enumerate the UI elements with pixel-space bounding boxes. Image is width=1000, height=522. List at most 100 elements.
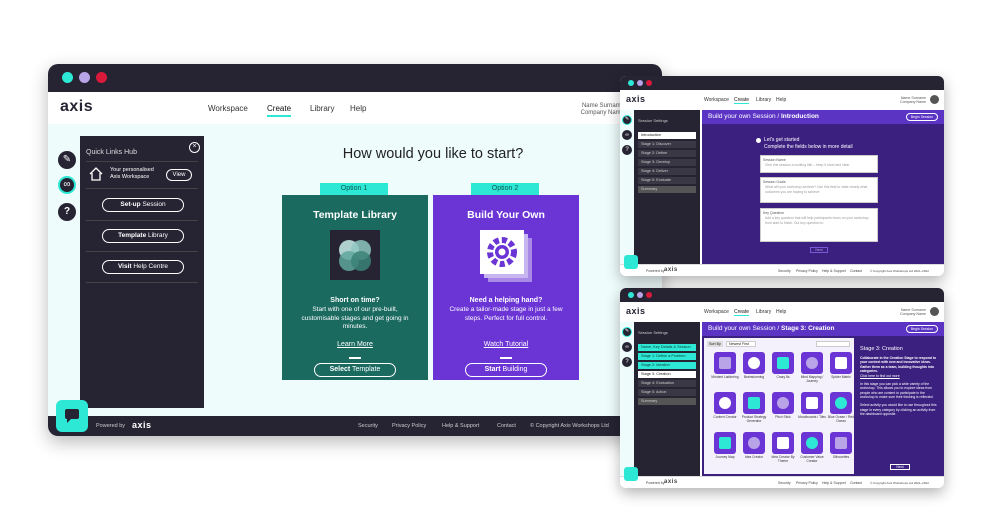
activity-tile[interactable] xyxy=(714,392,736,414)
template-library-button[interactable]: Template Library xyxy=(102,229,184,243)
chat-button[interactable] xyxy=(624,255,638,269)
setup-session-button[interactable]: Set-up Session xyxy=(102,198,184,212)
session-goals-field[interactable]: Session Goals What will your workshop ac… xyxy=(760,177,878,203)
session-name-field[interactable]: Session Name Give this session a working… xyxy=(760,155,878,173)
user-info[interactable]: Name Surname Company Name xyxy=(548,103,624,117)
nav-library[interactable]: Library xyxy=(756,97,771,103)
window-dot-teal[interactable] xyxy=(628,80,634,86)
nav-workspace[interactable]: Workspace xyxy=(704,97,729,103)
help-icon[interactable]: ? xyxy=(622,357,632,367)
activity-tile[interactable] xyxy=(830,432,852,454)
pencil-icon[interactable]: ✎ xyxy=(622,327,632,337)
nav-library[interactable]: Library xyxy=(756,309,771,315)
learn-more-link[interactable]: Learn More xyxy=(282,341,428,348)
help-icon[interactable]: ? xyxy=(58,203,76,221)
footer-link-security[interactable]: Security xyxy=(358,423,378,429)
search-input[interactable] xyxy=(816,341,850,347)
sidebar-item-name[interactable]: Name, Key Details & Session xyxy=(638,344,696,351)
nav-help[interactable]: Help xyxy=(776,97,786,103)
axis-logo[interactable]: axis xyxy=(60,98,93,116)
activity-tile[interactable] xyxy=(801,392,823,414)
sidebar-item-stage-1[interactable]: Stage 1: Discover xyxy=(638,141,696,148)
next-button[interactable]: Next xyxy=(810,247,828,253)
nav-help[interactable]: Help xyxy=(350,104,366,113)
sidebar-item-stage-2[interactable]: Stage 2: Ideation xyxy=(638,362,696,369)
sidebar-item-stage-4[interactable]: Stage 4: Evaluation xyxy=(638,380,696,387)
select-template-button[interactable]: Select Template xyxy=(314,363,396,377)
footer-link-privacy[interactable]: Privacy Policy xyxy=(392,423,426,429)
nav-library[interactable]: Library xyxy=(310,104,334,113)
sidebar-item-summary[interactable]: Summary xyxy=(638,186,696,193)
activity-tile[interactable] xyxy=(830,352,852,374)
activity-tile[interactable] xyxy=(801,432,823,454)
user-info[interactable]: Name Surname Company Name xyxy=(900,96,926,104)
footer-link-security[interactable]: Security xyxy=(778,269,791,273)
start-building-button[interactable]: Start Building xyxy=(465,363,547,377)
window-dot-red[interactable] xyxy=(96,72,107,83)
begin-session-button[interactable]: Begin Session xyxy=(906,325,938,333)
window-dot-lilac[interactable] xyxy=(637,292,643,298)
activity-tile[interactable] xyxy=(743,392,765,414)
activity-tile[interactable] xyxy=(801,352,823,374)
footer-axis-logo[interactable]: axis xyxy=(664,267,678,273)
footer-link-help[interactable]: Help & Support xyxy=(442,423,479,429)
footer-link-help[interactable]: Help & Support xyxy=(822,269,846,273)
pencil-icon[interactable]: ✎ xyxy=(58,151,76,169)
sidebar-item-summary[interactable]: Summary xyxy=(638,398,696,405)
sidebar-item-stage-4[interactable]: Stage 4: Deliver xyxy=(638,168,696,175)
sidebar-item-stage-5[interactable]: Stage 5: Evaluate xyxy=(638,177,696,184)
template-library-card[interactable]: Template Library Short on time? Start wi… xyxy=(282,195,428,380)
activity-tile[interactable] xyxy=(830,392,852,414)
nav-help[interactable]: Help xyxy=(776,309,786,315)
sidebar-item-stage-3[interactable]: Stage 3: Develop xyxy=(638,159,696,166)
sort-select[interactable]: Newest First xyxy=(726,341,756,347)
panel-link[interactable]: Click here to find out more xyxy=(860,374,940,378)
activity-tile[interactable] xyxy=(772,352,794,374)
view-button[interactable]: View xyxy=(166,169,192,181)
activity-tile[interactable] xyxy=(714,352,736,374)
footer-link-help[interactable]: Help & Support xyxy=(822,481,846,485)
window-dot-teal[interactable] xyxy=(62,72,73,83)
activity-tile[interactable] xyxy=(714,432,736,454)
sidebar-item-stage-2[interactable]: Stage 2: Define xyxy=(638,150,696,157)
window-dot-lilac[interactable] xyxy=(637,80,643,86)
chat-button[interactable] xyxy=(624,467,638,481)
window-dot-lilac[interactable] xyxy=(79,72,90,83)
help-icon[interactable]: ? xyxy=(622,145,632,155)
window-dot-red[interactable] xyxy=(646,80,652,86)
footer-axis-logo[interactable]: axis xyxy=(132,420,152,430)
visit-help-centre-button[interactable]: Visit Help Centre xyxy=(102,260,184,274)
user-info[interactable]: Name Surname Company Name xyxy=(900,308,926,316)
footer-link-privacy[interactable]: Privacy Policy xyxy=(796,269,818,273)
avatar[interactable] xyxy=(930,95,939,104)
sidebar-item-introduction[interactable]: Introduction xyxy=(638,132,696,139)
watch-tutorial-link[interactable]: Watch Tutorial xyxy=(433,341,579,348)
chat-button[interactable] xyxy=(56,400,88,432)
link-icon[interactable]: ∞ xyxy=(622,342,632,352)
sidebar-item-stage-3[interactable]: Stage 3: Creation xyxy=(638,371,696,378)
footer-link-contact[interactable]: Contact xyxy=(850,481,862,485)
intro-radio[interactable] xyxy=(756,138,761,143)
avatar[interactable] xyxy=(930,307,939,316)
nav-create[interactable]: Create xyxy=(267,104,292,117)
window-dot-teal[interactable] xyxy=(628,292,634,298)
axis-logo[interactable]: axis xyxy=(626,94,646,104)
axis-logo[interactable]: axis xyxy=(626,306,646,316)
link-icon[interactable]: ∞ xyxy=(622,130,632,140)
activity-tile[interactable] xyxy=(772,392,794,414)
window-dot-red[interactable] xyxy=(646,292,652,298)
next-button[interactable]: Next xyxy=(890,464,910,470)
footer-link-contact[interactable]: Contact xyxy=(497,423,516,429)
footer-link-contact[interactable]: Contact xyxy=(850,269,862,273)
sidebar-item-stage-1[interactable]: Stage 1: Define a Problem xyxy=(638,353,696,360)
pencil-icon[interactable]: ✎ xyxy=(622,115,632,125)
link-icon[interactable]: ∞ xyxy=(58,176,76,194)
key-question-field[interactable]: Key Question Add a key question that wil… xyxy=(760,208,878,242)
nav-create[interactable]: Create xyxy=(734,97,750,104)
nav-create[interactable]: Create xyxy=(734,309,750,316)
activity-tile[interactable] xyxy=(743,432,765,454)
nav-workspace[interactable]: Workspace xyxy=(704,309,729,315)
begin-session-button[interactable]: Begin Session xyxy=(906,113,938,121)
activity-tile[interactable] xyxy=(743,352,765,374)
nav-workspace[interactable]: Workspace xyxy=(208,104,248,113)
